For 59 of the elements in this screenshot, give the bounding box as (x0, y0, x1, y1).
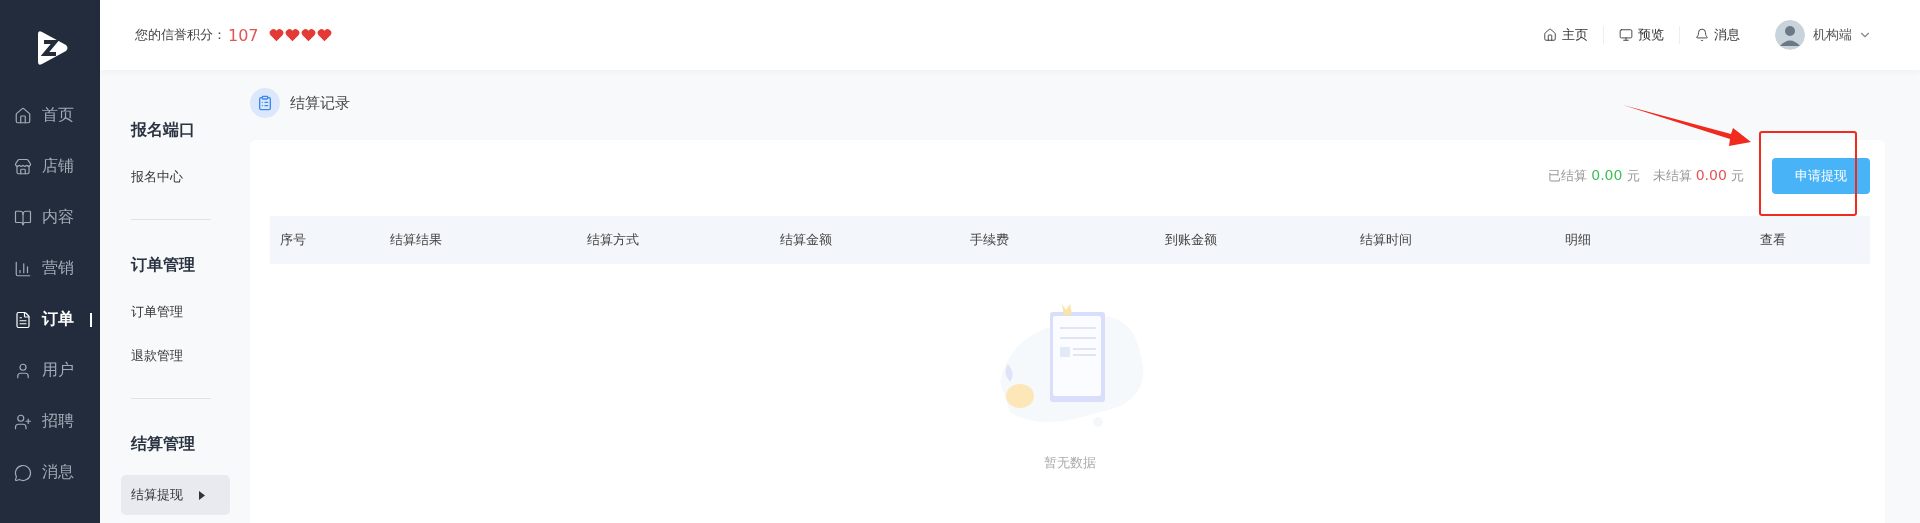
column-header: 明细 (1565, 231, 1592, 249)
credit-score: 107 (228, 25, 259, 45)
nav-item[interactable]: 首页 (0, 90, 100, 141)
nav-label: 招聘 (42, 411, 74, 432)
home-icon (1543, 28, 1557, 42)
document-icon (14, 310, 32, 329)
user-icon (14, 361, 32, 380)
home-icon (14, 106, 32, 125)
column-header: 到账金额 (1165, 231, 1218, 249)
nav-label: 用户 (42, 360, 74, 381)
nav-item[interactable]: 用户 (0, 345, 100, 396)
subnav-item[interactable]: 报名中心 (121, 155, 230, 199)
column-header: 结算金额 (780, 231, 833, 249)
nav-item[interactable]: 消息 (0, 447, 100, 498)
nav-label: 内容 (42, 207, 74, 228)
nav-label: 店铺 (42, 156, 74, 177)
bar-chart-icon (14, 259, 32, 278)
account-name[interactable]: 机构端 (1813, 26, 1852, 44)
column-header: 序号 (280, 231, 307, 249)
column-header: 查看 (1760, 231, 1787, 249)
subnav-heading: 订单管理 (129, 254, 196, 276)
bell-icon (1695, 28, 1709, 42)
header-link[interactable]: 主页 (1528, 26, 1603, 44)
subnav-item[interactable]: 结算提现 (121, 475, 230, 515)
nav-item[interactable]: 招聘 (0, 396, 100, 447)
page-title: 结算记录 (290, 93, 350, 113)
settled-summary: 已结算 0.00 元 未结算 0.00 元 (1548, 167, 1744, 185)
nav-label: 消息 (42, 462, 74, 483)
empty-text: 暂无数据 (1044, 454, 1096, 472)
monitor-icon (1619, 28, 1633, 42)
heart-icon (268, 28, 284, 42)
avatar[interactable] (1775, 20, 1805, 50)
column-header: 结算方式 (587, 231, 640, 249)
book-icon (14, 208, 32, 227)
subnav-heading: 报名端口 (129, 119, 196, 141)
nav-item[interactable]: 内容 (0, 192, 100, 243)
store-icon (14, 157, 32, 176)
clipboard-icon (250, 88, 280, 118)
chat-icon (14, 463, 32, 482)
column-header: 手续费 (970, 231, 1010, 249)
column-header: 结算结果 (390, 231, 443, 249)
nav-label: 营销 (42, 258, 74, 279)
credit-label: 您的信誉积分： (135, 26, 226, 44)
header-link[interactable]: 消息 (1679, 26, 1755, 44)
nav-label: 订单 (42, 309, 74, 330)
heart-icon (284, 28, 300, 42)
nav-item[interactable]: 营销 (0, 243, 100, 294)
header-link[interactable]: 预览 (1603, 26, 1679, 44)
nav-item[interactable]: 订单 (0, 294, 100, 345)
subnav-heading: 结算管理 (130, 433, 196, 455)
caret-icon (199, 490, 205, 500)
heart-icon (316, 28, 332, 42)
heart-icon (300, 28, 316, 42)
nav-item[interactable]: 店铺 (0, 141, 100, 192)
nav-label: 首页 (42, 105, 74, 126)
subnav-item[interactable]: 退款管理 (121, 334, 230, 378)
column-header: 结算时间 (1360, 231, 1413, 249)
add-user-icon (14, 412, 32, 431)
subnav-item[interactable]: 订单管理 (121, 290, 230, 334)
